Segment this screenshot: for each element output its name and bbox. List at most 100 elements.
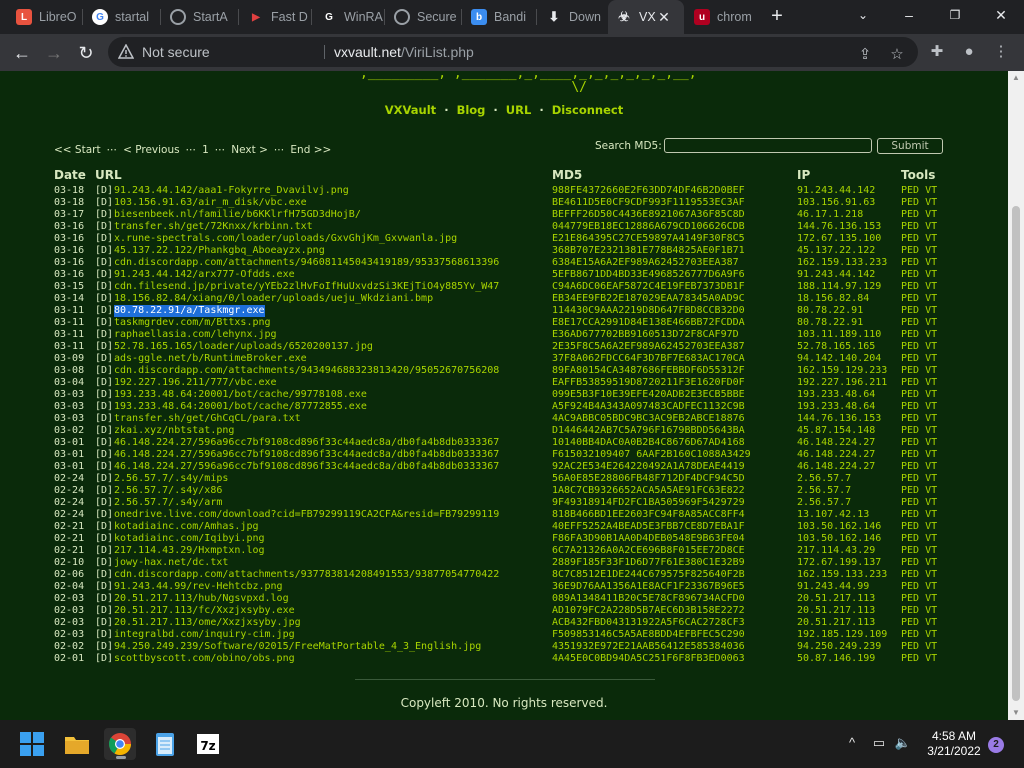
tab-starta[interactable]: StartA [162, 0, 237, 34]
row-ip-link[interactable]: 80.78.22.91 [797, 317, 863, 329]
tab-libreoffice[interactable]: L LibreO [8, 0, 81, 34]
row-ip-link[interactable]: 91.243.44.142 [797, 269, 875, 281]
row-ip-link[interactable]: 2.56.57.7 [797, 497, 851, 509]
nav-disconnect[interactable]: Disconnect [552, 103, 624, 117]
pager-end[interactable]: End >> [290, 144, 331, 156]
row-tools-links[interactable]: PED VT [901, 449, 937, 461]
row-md5-link[interactable]: 2E35F8C5A6A2EF989A62452703EEA387 [552, 341, 745, 353]
row-md5-link[interactable]: 40EFF5252A4BEAD5E3FBB7CE8D7EBA1F [552, 521, 745, 533]
row-md5-link[interactable]: 099E5B3F10E39EFE420ADB2E3ECB5BBE [552, 389, 745, 401]
row-ip-link[interactable]: 45.137.22.122 [797, 245, 875, 257]
pager-next[interactable]: Next > [231, 144, 268, 156]
row-md5-link[interactable]: E8E17CCA2991D84E138E466BB72FCDDA [552, 317, 745, 329]
row-ip-link[interactable]: 162.159.129.233 [797, 365, 887, 377]
submit-button[interactable]: Submit [877, 138, 943, 154]
reload-button[interactable]: ↻ [73, 40, 99, 66]
row-ip-link[interactable]: 50.87.146.199 [797, 653, 875, 665]
row-md5-link[interactable]: E36AD677702BB9160513D72F8CAF97D [552, 329, 739, 341]
row-url-link[interactable]: scottbyscott.com/obino/obs.png [114, 653, 295, 665]
minimize-button[interactable]: – [886, 0, 932, 30]
scroll-down-arrow-icon[interactable]: ▼ [1008, 706, 1024, 720]
row-md5-link[interactable]: 56A0E85E28806FB48F712DF4DCF94C5D [552, 473, 745, 485]
row-tools-links[interactable]: PED VT [901, 317, 937, 329]
row-url-link[interactable]: x.rune-spectrals.com/loader/uploads/GxvG… [114, 233, 457, 245]
row-tools-links[interactable]: PED VT [901, 353, 937, 365]
row-md5-link[interactable]: 6C7A21326A0A2CE696B8F015EE72D8CE [552, 545, 745, 557]
row-tools-links[interactable]: PED VT [901, 653, 937, 665]
pager-start[interactable]: << Start [54, 144, 101, 156]
row-url-link[interactable]: 192.227.196.211/777/vbc.exe [114, 377, 277, 389]
row-ip-link[interactable]: 103.156.91.63 [797, 197, 875, 209]
row-url-link[interactable]: cdn.filesend.jp/private/yYEb2zlHvFoIfHuU… [114, 281, 499, 293]
row-url-link[interactable]: 80.78.22.91/a/Taskmgr.exe [114, 305, 265, 317]
row-tools-links[interactable]: PED VT [901, 293, 937, 305]
row-md5-link[interactable]: 2889F185F33F1D6D77F61E380C1E32B9 [552, 557, 745, 569]
share-icon[interactable]: ⇪ [854, 44, 876, 66]
row-url-link[interactable]: biesenbeek.nl/familie/b6KKlrfH75GD3dHojB… [114, 209, 361, 221]
row-url-link[interactable]: onedrive.live.com/download?cid=FB7929911… [114, 509, 499, 521]
row-url-link[interactable]: 217.114.43.29/Hxmptxn.log [114, 545, 265, 557]
row-tools-links[interactable]: PED VT [901, 221, 937, 233]
network-icon[interactable]: ▭ [870, 734, 888, 752]
row-md5-link[interactable]: C94A6DC06EAF5872C4E19FEB7373DB1F [552, 281, 745, 293]
tab-chrome[interactable]: u chrom [686, 0, 756, 34]
row-md5-link[interactable]: 988FE4372660E2F63DD74DF46B2D0BEF [552, 185, 745, 197]
row-ip-link[interactable]: 193.233.48.64 [797, 401, 875, 413]
tab-bandicam[interactable]: b Bandi [463, 0, 535, 34]
menu-kebab-icon[interactable]: ⋮ [990, 41, 1012, 63]
row-ip-link[interactable]: 172.67.199.137 [797, 557, 881, 569]
tab-winrar[interactable]: G WinRA [313, 0, 383, 34]
back-button[interactable]: ← [9, 40, 35, 66]
row-url-link[interactable]: 193.233.48.64:20001/bot/cache/99778108.e… [114, 389, 367, 401]
row-md5-link[interactable]: 37F8A062FDCC64F3D7BF7E683AC170CA [552, 353, 745, 365]
row-md5-link[interactable]: 5EFB8671DD4BD33E4968526777D6A9F6 [552, 269, 745, 281]
close-window-button[interactable]: ✕ [978, 0, 1024, 30]
row-ip-link[interactable]: 217.114.43.29 [797, 545, 875, 557]
row-ip-link[interactable]: 20.51.217.113 [797, 617, 875, 629]
nav-vxvault[interactable]: VXVault [385, 103, 436, 117]
nav-blog[interactable]: Blog [457, 103, 486, 117]
row-ip-link[interactable]: 94.142.140.204 [797, 353, 881, 365]
row-ip-link[interactable]: 103.11.189.110 [797, 329, 881, 341]
row-md5-link[interactable]: 368B707E2321381E778B4825AE0F1B71 [552, 245, 745, 257]
notepad-icon[interactable] [149, 728, 181, 760]
row-ip-link[interactable]: 103.50.162.146 [797, 533, 881, 545]
row-md5-link[interactable]: E21E864395C27CE59897A4149F30F8C5 [552, 233, 745, 245]
row-tools-links[interactable]: PED VT [901, 185, 937, 197]
row-ip-link[interactable]: 2.56.57.7 [797, 473, 851, 485]
row-ip-link[interactable]: 144.76.136.153 [797, 413, 881, 425]
row-md5-link[interactable]: 114430C9AAA2219D8D647FBD8CCB32D0 [552, 305, 745, 317]
row-tools-links[interactable]: PED VT [901, 593, 937, 605]
row-md5-link[interactable]: 36E9D76AA1356A1E8ACF1F23367B96E5 [552, 581, 745, 593]
chrome-icon[interactable] [104, 728, 136, 760]
row-url-link[interactable]: 2.56.57.7/.s4y/x86 [114, 485, 222, 497]
row-md5-link[interactable]: 044779EB18EC12886A679CD106626CDB [552, 221, 745, 233]
row-tools-links[interactable]: PED VT [901, 413, 937, 425]
not-secure-label[interactable]: Not secure [142, 44, 210, 60]
address-bar[interactable]: Not secure vxvault.net/ViriList.php ⇪ ☆ [108, 37, 918, 67]
tab-search-button[interactable]: ⌄ [840, 0, 886, 30]
row-tools-links[interactable]: PED VT [901, 569, 937, 581]
row-ip-link[interactable]: 144.76.136.153 [797, 221, 881, 233]
row-url-link[interactable]: zkai.xyz/nbtstat.png [114, 425, 234, 437]
bookmark-star-icon[interactable]: ☆ [886, 44, 908, 66]
row-md5-link[interactable]: 4A45E0C0BD94DA5C251F6F8FB3ED0063 [552, 653, 745, 665]
extensions-puzzle-icon[interactable]: ✚ [926, 41, 948, 63]
row-tools-links[interactable]: PED VT [901, 473, 937, 485]
file-explorer-icon[interactable] [61, 728, 93, 760]
row-url-link[interactable]: cdn.discordapp.com/attachments/943494688… [114, 365, 499, 377]
row-url-link[interactable]: 91.243.44.142/aaa1-Fokyrre_Dvavilvj.png [114, 185, 349, 197]
row-tools-links[interactable]: PED VT [901, 197, 937, 209]
row-tools-links[interactable]: PED VT [901, 521, 937, 533]
row-md5-link[interactable]: 8C7C8512E1DE244C679575F825640F2B [552, 569, 745, 581]
tab-startal[interactable]: G startal [84, 0, 159, 34]
row-ip-link[interactable]: 20.51.217.113 [797, 605, 875, 617]
row-tools-links[interactable]: PED VT [901, 533, 937, 545]
chevron-up-icon[interactable]: ^ [843, 734, 861, 752]
row-url-link[interactable]: taskmgrdev.com/m/Bttxs.png [114, 317, 271, 329]
row-md5-link[interactable]: 6384E15A6A2EF989A62452703EEA387 [552, 257, 739, 269]
row-url-link[interactable]: ads-ggle.net/b/RuntimeBroker.exe [114, 353, 307, 365]
row-url-link[interactable]: 94.250.249.239/Software/02015/FreeMatPor… [114, 641, 481, 653]
row-tools-links[interactable]: PED VT [901, 641, 937, 653]
7zip-icon[interactable]: 7z [192, 728, 224, 760]
